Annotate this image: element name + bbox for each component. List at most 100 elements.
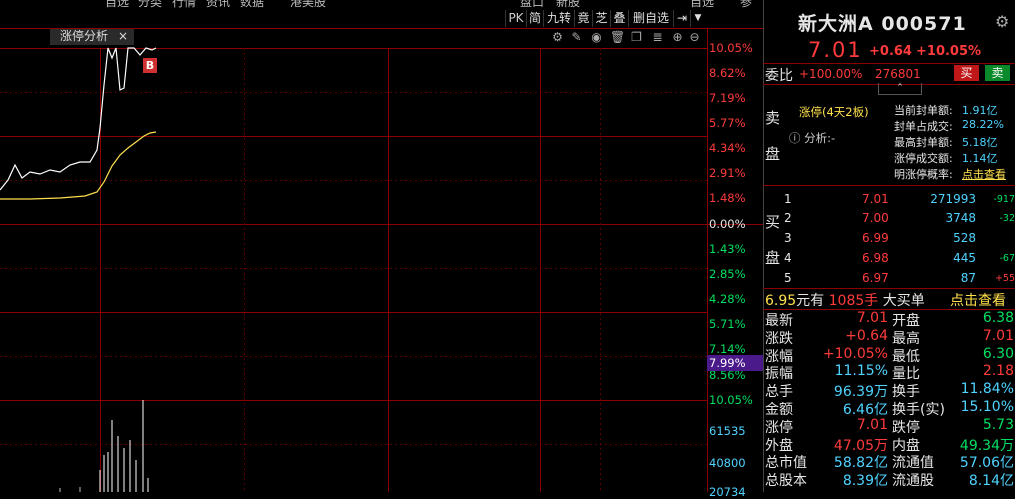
volume-axis-label: 61535: [709, 424, 746, 438]
price-change: +0.64: [869, 44, 912, 59]
axis-label: 7.14%: [709, 342, 746, 356]
limit-analysis: ⓘ 分析:-: [789, 130, 835, 146]
quote-value: 5.73: [982, 416, 1014, 433]
limit-key: 最高封单额:: [894, 136, 953, 149]
buy-side-label: 买: [765, 213, 781, 231]
bid-level: 3: [784, 231, 792, 245]
quote-value: 8.39亿: [842, 473, 888, 490]
big-order-link[interactable]: 点击查看: [950, 290, 1006, 310]
quote-value: 8.14亿: [968, 473, 1014, 490]
bid-volume: 528: [953, 231, 976, 245]
limit-value: 1.91亿: [962, 104, 998, 117]
bid-volume: 3748: [945, 211, 976, 225]
last-price: 7.01: [808, 38, 863, 62]
bid-change: -917: [993, 194, 1015, 205]
axis-label: 5.71%: [709, 317, 746, 331]
limit-title: 涨停(4天2板): [799, 105, 869, 119]
axis-label: 5.77%: [709, 116, 746, 130]
limit-key: 明涨停概率:: [894, 168, 953, 181]
buy-side-label: 盘: [765, 249, 781, 267]
weibi-pct: +100.00%: [799, 67, 863, 81]
axis-label: 8.62%: [709, 66, 746, 80]
settings-icon[interactable]: ⚙: [995, 12, 1009, 31]
sell-side-label: 卖: [765, 109, 781, 127]
buy-button[interactable]: 买: [954, 65, 979, 81]
big-order-price: 6.95: [765, 293, 797, 309]
bid-change: -32: [999, 213, 1015, 224]
big-order-desc: 大买单: [882, 293, 925, 309]
buy-marker[interactable]: B: [143, 58, 157, 73]
quote-value: 11.84%: [960, 381, 1014, 398]
bid-level: 5: [784, 271, 792, 285]
volume-axis-label: 20734: [709, 485, 746, 499]
axis-label: 1.43%: [709, 242, 746, 256]
quote-value: 7.01: [982, 327, 1014, 344]
big-order-volume: 1085手: [828, 293, 879, 309]
limit-key: 封单占成交:: [894, 120, 953, 133]
quote-value: 7.01: [856, 310, 888, 326]
limit-prob-link[interactable]: 点击查看: [962, 166, 1006, 182]
limit-value: 28.22%: [962, 118, 1004, 131]
stock-name: 新大洲A 000571: [798, 9, 967, 36]
price-line: [0, 47, 157, 191]
limit-key: 涨停成交额:: [894, 152, 953, 165]
quote-key: 流通股: [892, 473, 934, 490]
price-change-pct: +10.05%: [916, 44, 982, 59]
weibi-label: 委比: [765, 68, 793, 84]
axis-label: 10.05%: [709, 41, 753, 55]
limit-value: 5.18亿: [962, 136, 998, 149]
volume-bars-dark: [59, 487, 81, 492]
bid-change: -67: [999, 253, 1015, 264]
bid-volume: 87: [960, 271, 976, 285]
intraday-chart: [0, 28, 763, 492]
quote-value: +10.05%: [822, 345, 888, 362]
quote-value: 6.38: [982, 310, 1014, 326]
axis-label: 1.48%: [709, 191, 746, 205]
bid-volume: 445: [953, 251, 976, 265]
sell-side-label: 盘: [765, 145, 781, 163]
weibi-diff: 276801: [875, 67, 921, 81]
stock-name-text: 新大洲A: [798, 13, 874, 35]
limit-value: 1.14亿: [962, 152, 998, 165]
axis-label: 2.91%: [709, 166, 746, 180]
axis-label: 0.00%: [709, 217, 746, 231]
bid-price: 6.99: [862, 231, 889, 245]
volume-axis-label: 40800: [709, 456, 746, 470]
quote-value: 11.15%: [834, 363, 888, 380]
collapse-icon[interactable]: ⌃: [878, 83, 922, 95]
quote-value: 15.10%: [960, 399, 1014, 415]
quote-value: 6.30: [982, 345, 1014, 362]
bid-volume: 271993: [930, 192, 976, 206]
axis-label: 4.34%: [709, 141, 746, 155]
axis-label: 7.19%: [709, 91, 746, 105]
volume-bars: [99, 400, 149, 492]
quote-value: 2.18: [982, 363, 1014, 380]
quote-value: +0.64: [845, 327, 888, 344]
divider: [763, 288, 1015, 289]
sell-button[interactable]: 卖: [985, 65, 1010, 81]
average-line: [0, 131, 157, 200]
bid-price: 6.97: [862, 271, 889, 285]
big-order-unit: 元有: [796, 293, 825, 309]
divider: [763, 63, 1015, 64]
bid-price: 7.00: [862, 211, 889, 225]
bid-change: +55: [994, 273, 1015, 284]
info-icon: ⓘ: [789, 131, 801, 145]
axis-label: 10.05%: [709, 393, 753, 407]
bid-price: 6.98: [862, 251, 889, 265]
divider: [763, 185, 1015, 186]
stock-code: 000571: [881, 13, 967, 35]
quote-value: 7.01: [856, 416, 888, 433]
bid-level: 1: [784, 192, 792, 206]
big-order-line[interactable]: 6.95元有 1085手 大买单: [765, 290, 925, 310]
limit-analysis-text: 分析:-: [804, 131, 836, 145]
crosshair-value-badge: 7.99%: [707, 355, 763, 371]
quote-key: 总股本: [765, 473, 807, 490]
axis-label: 4.28%: [709, 292, 746, 306]
chart-grid: [0, 28, 763, 492]
limit-key: 当前封单额:: [894, 104, 953, 117]
chart-grid-dashed: [0, 48, 707, 492]
bid-level: 4: [784, 251, 792, 265]
axis-label: 2.85%: [709, 267, 746, 281]
bid-price: 7.01: [862, 192, 889, 206]
